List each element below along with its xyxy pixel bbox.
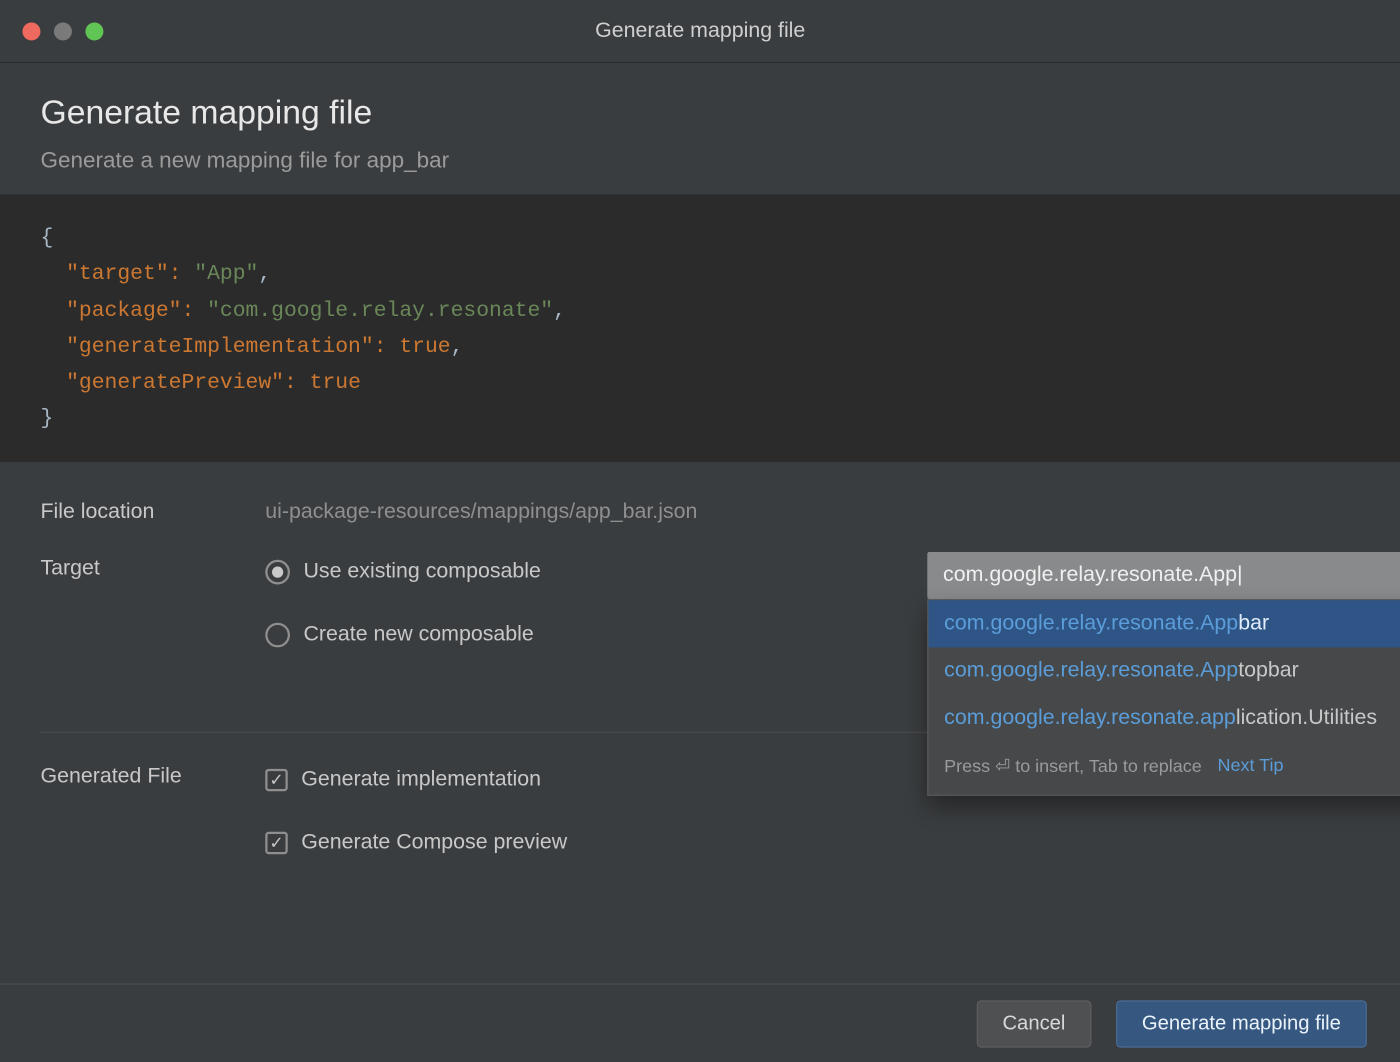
code-string: "App"	[194, 261, 258, 286]
dialog-footer: Cancel Generate mapping file	[0, 983, 1400, 1062]
form-area: File location ui-package-resources/mappi…	[0, 462, 1400, 875]
radio-label: Create new composable	[303, 622, 533, 647]
json-preview: { "target": "App", "package": "com.googl…	[0, 194, 1400, 461]
autocomplete-hint: Press ⏎ to insert, Tab to replace	[944, 756, 1202, 778]
page-title: Generate mapping file	[40, 94, 1360, 132]
target-radio-group: Use existing composable Create new compo…	[265, 552, 1360, 655]
autocomplete-rest: bar	[1238, 611, 1269, 635]
cancel-button[interactable]: Cancel	[977, 1000, 1092, 1047]
autocomplete-footer: Press ⏎ to insert, Tab to replace Next T…	[928, 742, 1400, 795]
code-bool: true	[399, 334, 450, 359]
autocomplete-match: com.google.relay.resonate.App	[944, 611, 1238, 635]
target-label: Target	[40, 552, 265, 581]
code-key: "package"	[66, 297, 181, 322]
radio-icon	[265, 560, 290, 585]
checkbox-label: Generate Compose preview	[301, 830, 567, 855]
autocomplete-item[interactable]: com.google.relay.resonate.Appbar	[928, 600, 1400, 647]
code-key: "target"	[66, 261, 169, 286]
page-subtitle: Generate a new mapping file for app_bar	[40, 148, 1360, 174]
checkbox-generate-preview[interactable]: ✓ Generate Compose preview	[265, 823, 1360, 863]
code-string: "com.google.relay.resonate"	[207, 297, 553, 322]
file-location-label: File location	[40, 495, 265, 524]
autocomplete-item[interactable]: com.google.relay.resonate.application.Ut…	[928, 694, 1400, 741]
autocomplete-item[interactable]: com.google.relay.resonate.Apptopbar	[928, 647, 1400, 694]
generate-mapping-file-button[interactable]: Generate mapping file	[1116, 1000, 1367, 1047]
code-bool: true	[310, 370, 361, 395]
code-key: "generatePreview"	[66, 370, 284, 395]
generated-file-label: Generated File	[40, 760, 265, 789]
titlebar-title: Generate mapping file	[0, 19, 1400, 44]
autocomplete-popup: com.google.relay.resonate.Appbar com.goo…	[927, 599, 1400, 796]
dialog-window: Generate mapping file Generate mapping f…	[0, 0, 1400, 1062]
code-key: "generateImplementation"	[66, 334, 374, 359]
radio-label: Use existing composable	[303, 560, 540, 585]
titlebar: Generate mapping file	[0, 0, 1400, 63]
autocomplete-rest: topbar	[1238, 658, 1299, 682]
autocomplete-match: com.google.relay.resonate.App	[944, 658, 1238, 682]
checkbox-icon: ✓	[265, 769, 287, 791]
enter-key-icon: ⏎	[995, 758, 1010, 777]
checkbox-label: Generate implementation	[301, 767, 541, 792]
autocomplete-rest: lication.Utilities	[1236, 706, 1377, 730]
checkbox-icon: ✓	[265, 832, 287, 854]
file-location-value: ui-package-resources/mappings/app_bar.js…	[265, 495, 1360, 524]
target-composable-input[interactable]	[927, 552, 1400, 599]
radio-icon	[265, 622, 290, 647]
autocomplete-match: com.google.relay.resonate.app	[944, 706, 1236, 730]
dialog-header: Generate mapping file Generate a new map…	[0, 63, 1400, 195]
code-brace-close: }	[40, 406, 53, 431]
next-tip-link[interactable]: Next Tip	[1218, 757, 1284, 777]
code-brace-open: {	[40, 225, 53, 250]
